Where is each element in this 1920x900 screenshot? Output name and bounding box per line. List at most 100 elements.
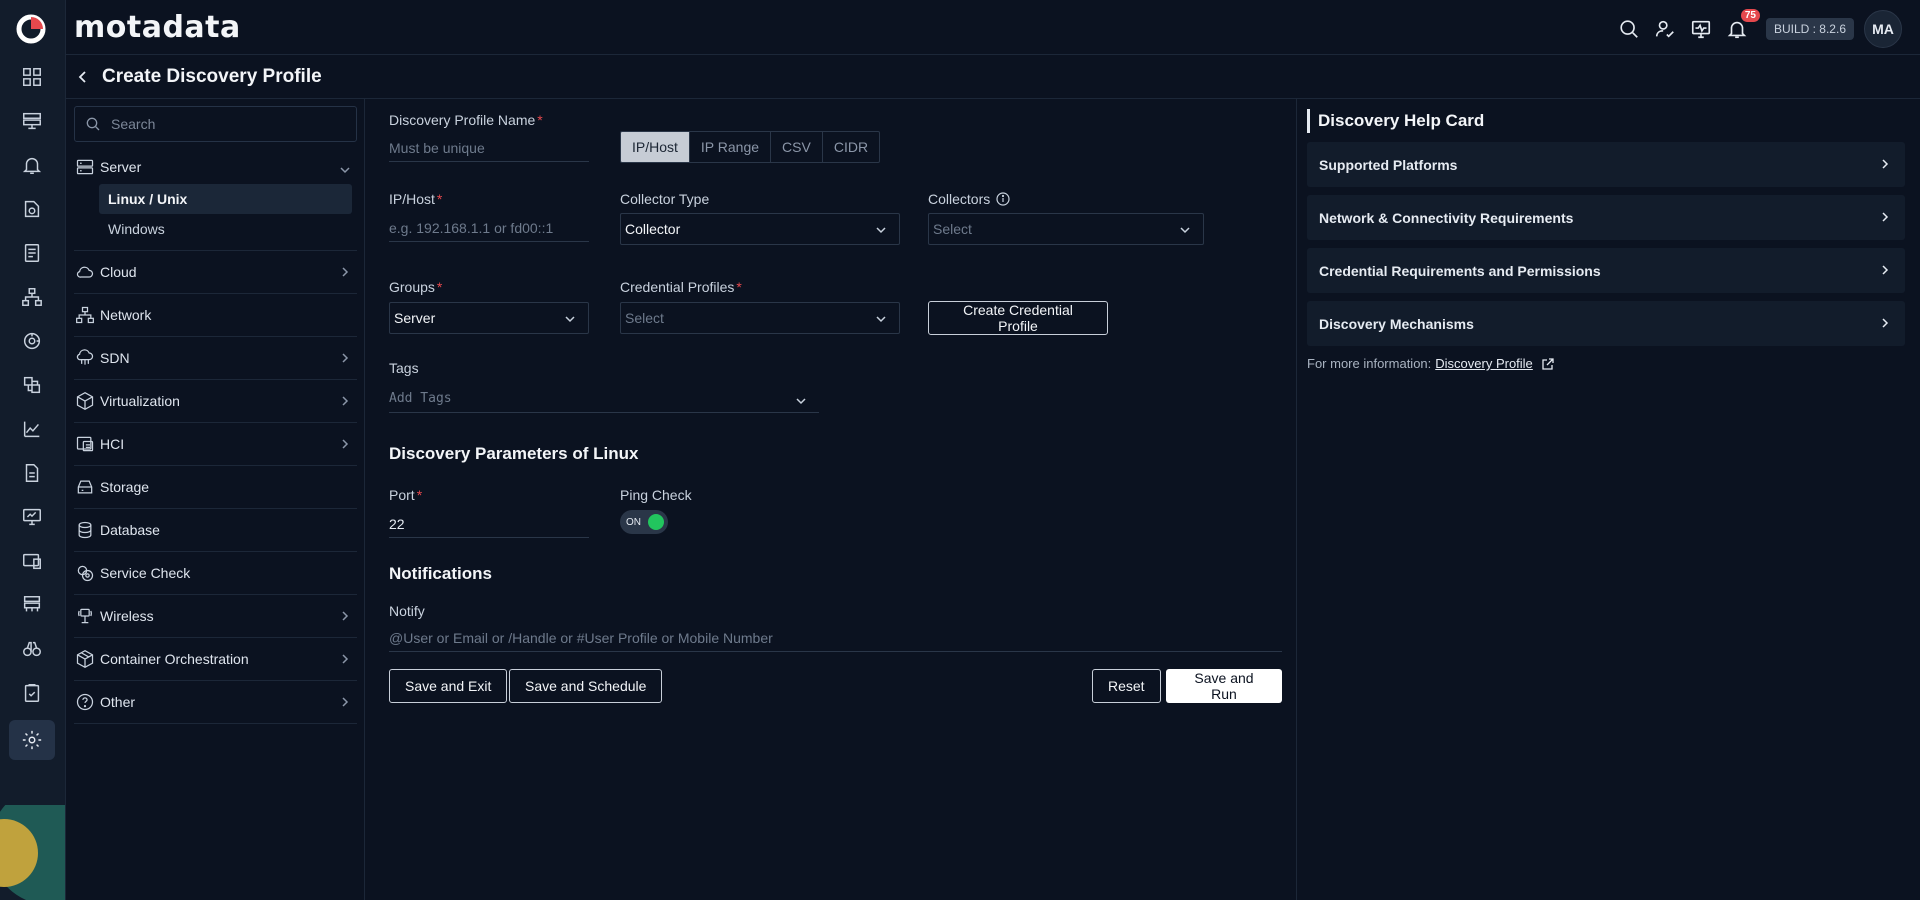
ip-host-field[interactable]	[389, 214, 589, 242]
profile-name-field[interactable]	[389, 134, 589, 162]
collector-type-select[interactable]: Collector	[620, 213, 900, 245]
discovery-form: Discovery Profile Name* IP/Host IP Range…	[388, 99, 1282, 900]
config-icon[interactable]	[9, 368, 55, 402]
subitem-windows[interactable]: Windows	[99, 214, 352, 244]
chevron-right-icon	[1882, 212, 1889, 222]
help-network-connectivity[interactable]: Network & Connectivity Requirements	[1307, 195, 1905, 240]
tags-label: Tags	[389, 360, 419, 376]
storage-icon	[74, 476, 96, 498]
help-card-title: Discovery Help Card	[1307, 109, 1484, 133]
chevron-right-icon	[342, 353, 349, 363]
chevron-right-icon	[342, 439, 349, 449]
compliance-icon[interactable]	[9, 676, 55, 710]
icon-rail	[0, 0, 66, 900]
help-discovery-mechanisms[interactable]: Discovery Mechanisms	[1307, 301, 1905, 346]
category-cloud[interactable]: Cloud	[74, 251, 357, 294]
category-network[interactable]: Network	[74, 294, 357, 337]
category-search[interactable]	[74, 106, 357, 142]
category-other[interactable]: Other	[74, 681, 357, 724]
monitor-rack-icon[interactable]	[9, 104, 55, 138]
collectors-select[interactable]: Select	[928, 213, 1204, 245]
screen-monitor-icon[interactable]	[9, 500, 55, 534]
ping-check-state: ON	[626, 516, 641, 528]
log-icon[interactable]	[9, 236, 55, 270]
discovery-profile-link[interactable]: Discovery Profile	[1435, 356, 1533, 371]
notification-bell-icon[interactable]: 75	[1724, 9, 1760, 42]
question-icon	[74, 691, 96, 713]
chevron-down-icon	[565, 316, 575, 323]
groups-select[interactable]: Server	[389, 302, 589, 334]
server-icon	[74, 156, 96, 178]
tags-field[interactable]	[389, 385, 819, 413]
save-and-run-button[interactable]: Save and Run	[1166, 669, 1282, 703]
help-card-label: Credential Requirements and Permissions	[1319, 262, 1601, 279]
collector-type-value: Collector	[625, 221, 681, 237]
service-check-icon	[74, 562, 96, 584]
credential-profiles-label: Credential Profiles *	[620, 279, 742, 295]
category-sdn[interactable]: SDN	[74, 337, 357, 380]
chevron-right-icon	[342, 611, 349, 621]
notify-input[interactable]	[389, 624, 1282, 651]
subitem-linux-unix[interactable]: Linux / Unix	[99, 184, 352, 214]
audit-icon[interactable]	[9, 544, 55, 578]
brand-logo[interactable]: motadata	[74, 10, 241, 45]
save-and-schedule-button[interactable]: Save and Schedule	[509, 669, 663, 703]
category-label: HCI	[100, 436, 125, 452]
category-container-orchestration[interactable]: Container Orchestration	[74, 638, 357, 681]
notify-field[interactable]	[389, 624, 1282, 652]
monitor-pulse-icon[interactable]	[1688, 16, 1714, 42]
category-label: SDN	[100, 350, 130, 366]
user-check-icon[interactable]	[1652, 16, 1678, 42]
apm-icon[interactable]	[9, 324, 55, 358]
category-hci[interactable]: HCI	[74, 423, 357, 466]
mode-ip-host[interactable]: IP/Host	[621, 132, 690, 162]
credential-profiles-select[interactable]: Select	[620, 302, 900, 334]
info-icon[interactable]	[996, 192, 1010, 206]
report-icon[interactable]	[9, 456, 55, 490]
topology-icon[interactable]	[9, 280, 55, 314]
mode-ip-range[interactable]: IP Range	[690, 132, 772, 162]
user-avatar[interactable]: MA	[1864, 10, 1902, 48]
ip-host-input[interactable]	[389, 214, 589, 241]
notify-label: Notify	[389, 603, 425, 619]
toggle-knob	[648, 514, 664, 530]
category-service-check[interactable]: Service Check	[74, 552, 357, 595]
port-input[interactable]	[389, 510, 589, 537]
flow-icon[interactable]	[9, 192, 55, 226]
discovery-parameters-title: Discovery Parameters of Linux	[389, 444, 639, 463]
port-field[interactable]	[389, 510, 589, 538]
back-arrow-icon[interactable]	[72, 66, 94, 88]
search-icon[interactable]	[1616, 16, 1642, 42]
metric-explorer-icon[interactable]	[9, 412, 55, 446]
category-storage[interactable]: Storage	[74, 466, 357, 509]
external-link-icon[interactable]	[1541, 357, 1555, 371]
reset-button[interactable]: Reset	[1092, 669, 1161, 703]
motadata-logo-icon[interactable]	[14, 12, 48, 46]
profile-name-input[interactable]	[389, 134, 589, 161]
chevron-right-icon	[1882, 265, 1889, 275]
save-and-exit-button[interactable]: Save and Exit	[389, 669, 508, 703]
alert-bell-icon[interactable]	[9, 148, 55, 182]
ping-check-toggle[interactable]: ON	[620, 510, 668, 534]
category-virtualization[interactable]: Virtualization	[74, 380, 357, 423]
category-server[interactable]: Server	[74, 149, 357, 185]
search-icon	[86, 117, 100, 131]
mode-csv[interactable]: CSV	[771, 132, 823, 162]
dashboard-icon[interactable]	[9, 60, 55, 94]
category-database[interactable]: Database	[74, 509, 357, 552]
network-map-icon[interactable]	[9, 588, 55, 622]
binoculars-icon[interactable]	[9, 632, 55, 666]
input-mode-selector: IP/Host IP Range CSV CIDR	[620, 131, 881, 163]
category-label: Other	[100, 694, 136, 710]
settings-icon[interactable]	[9, 720, 55, 760]
category-wireless[interactable]: Wireless	[74, 595, 357, 638]
search-input[interactable]	[111, 116, 341, 132]
top-bar: motadata 75 BUILD : 8.2.6 MA	[66, 0, 1920, 55]
help-supported-platforms[interactable]: Supported Platforms	[1307, 142, 1905, 187]
create-credential-profile-button[interactable]: Create Credential Profile	[928, 301, 1108, 335]
mode-cidr[interactable]: CIDR	[823, 132, 879, 162]
notifications-title: Notifications	[389, 564, 492, 583]
help-credential-requirements[interactable]: Credential Requirements and Permissions	[1307, 248, 1905, 293]
ping-check-label: Ping Check	[620, 487, 692, 503]
tags-input[interactable]	[389, 385, 819, 412]
